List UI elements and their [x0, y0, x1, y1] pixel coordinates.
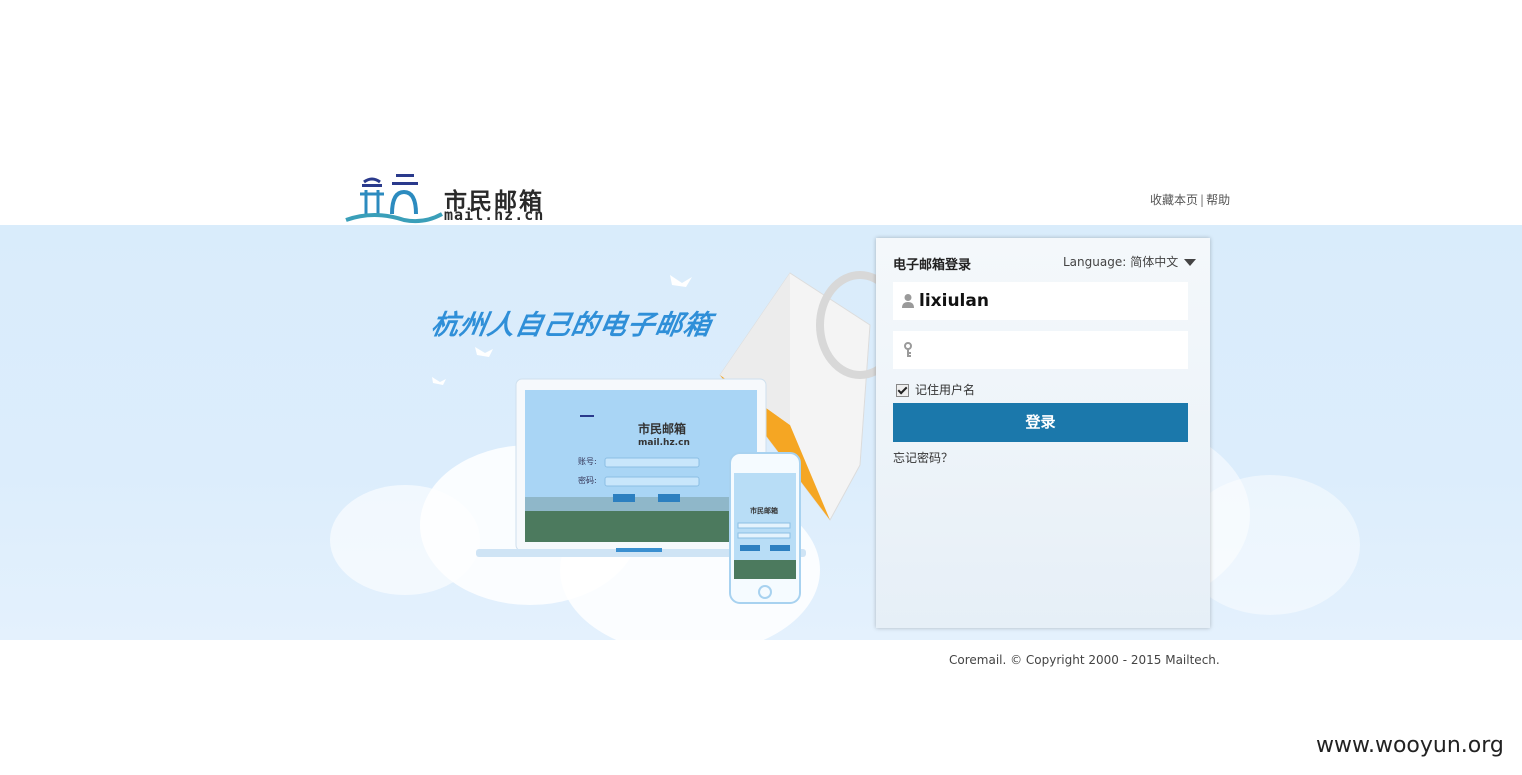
- password-input[interactable]: [919, 335, 1181, 365]
- svg-text:账号:: 账号:: [578, 457, 597, 466]
- logo-domain: mail.hz.cn: [444, 206, 545, 224]
- banner: 杭州人自己的电子邮箱 市民邮箱 mail.hz.cn 账号: 密码: 市民邮箱: [0, 225, 1522, 640]
- user-icon: [902, 294, 914, 308]
- svg-text:市民邮箱: 市民邮箱: [638, 421, 686, 436]
- bird-icon: [432, 275, 692, 385]
- language-selector[interactable]: Language: 简体中文: [1063, 253, 1197, 270]
- password-field[interactable]: [893, 331, 1188, 369]
- remember-checkbox[interactable]: [896, 384, 909, 397]
- remember-username[interactable]: 记住用户名: [896, 381, 975, 398]
- phone-illustration: 市民邮箱: [729, 452, 801, 604]
- username-field[interactable]: [893, 282, 1188, 320]
- svg-text:密码:: 密码:: [578, 475, 597, 485]
- header: 市民邮箱 mail.hz.cn 收藏本页 | 帮助: [0, 0, 1522, 225]
- illustration: 市民邮箱 mail.hz.cn 账号: 密码: 市民邮箱: [432, 271, 880, 604]
- caret-down-icon: [1184, 259, 1197, 266]
- language-value: 简体中文: [1130, 255, 1179, 269]
- logo[interactable]: 市民邮箱 mail.hz.cn: [344, 170, 554, 224]
- svg-text:市民邮箱: 市民邮箱: [750, 506, 778, 515]
- link-separator: |: [1200, 193, 1205, 207]
- svg-text:mail.hz.cn: mail.hz.cn: [638, 438, 690, 448]
- login-button[interactable]: 登录: [893, 403, 1188, 442]
- login-panel: 电子邮箱登录 Language:简体中文 记住用户名 登录 忘记密码？: [876, 238, 1210, 628]
- logo-icon: [345, 174, 443, 224]
- footer-copyright: Coremail. © Copyright 2000 - 2015 Mailte…: [949, 653, 1220, 667]
- remember-label: 记住用户名: [915, 383, 976, 397]
- watermark: www.wooyun.org: [1316, 733, 1504, 758]
- language-label: Language:: [1063, 255, 1127, 269]
- bookmark-link[interactable]: 收藏本页: [1150, 193, 1198, 207]
- help-link[interactable]: 帮助: [1206, 193, 1230, 207]
- login-title: 电子邮箱登录: [893, 258, 972, 273]
- key-icon: [904, 342, 912, 357]
- username-input[interactable]: [919, 286, 1181, 316]
- forgot-password-link[interactable]: 忘记密码？: [893, 449, 953, 466]
- top-links: 收藏本页 | 帮助: [1150, 191, 1230, 208]
